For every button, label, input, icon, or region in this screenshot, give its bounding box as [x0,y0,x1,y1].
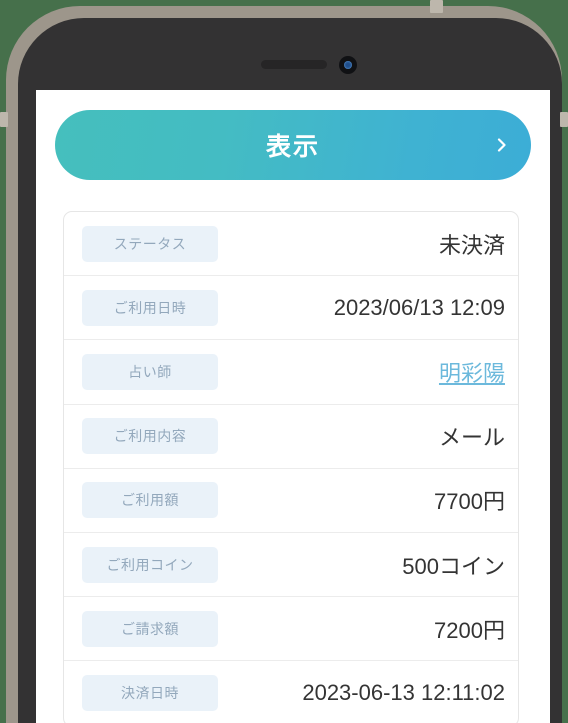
row-value: 2023/06/13 12:09 [333,294,505,320]
row-value: 未決済 [438,232,505,258]
hardware-button-top[interactable] [430,0,443,13]
detail-row: ご利用額 7700円 [64,469,518,533]
row-label-chip: ご利用日時 [82,289,218,326]
row-value: 7700円 [434,489,505,515]
row-value: 2023-06-13 12:11:02 [302,680,505,706]
detail-row: ご利用コイン 500コイン [64,533,518,598]
row-label-chip: 占い師 [82,353,218,390]
row-label-chip: ご請求額 [82,610,218,647]
detail-card: ステータス 未決済 ご利用日時 2023/06/13 12:09 占い師 明彩陽 ご利用内容… [63,211,519,723]
row-label-chip: 決済日時 [82,675,218,712]
row-value: 7200円 [434,617,505,643]
row-label-chip: ご利用額 [82,482,218,519]
front-camera-icon [339,56,357,74]
display-button-label: 表示 [265,133,320,161]
volume-button-left[interactable] [0,112,8,127]
row-value: メール [438,425,505,451]
phone-body: 表示 ステータス 未決済 ご利用日時 2023/06/13 12:09 占い師 明彩陽 ご利… [18,18,562,723]
phone-screen: 表示 ステータス 未決済 ご利用日時 2023/06/13 12:09 占い師 明彩陽 ご利… [36,90,550,723]
row-value: 500コイン [402,553,505,579]
detail-row: 占い師 明彩陽 [64,340,518,405]
speaker-grille-icon [261,60,327,69]
row-value-link[interactable]: 明彩陽 [218,356,518,388]
row-label-chip: ご利用内容 [82,418,218,455]
phone-frame: 表示 ステータス 未決済 ご利用日時 2023/06/13 12:09 占い師 明彩陽 ご利… [6,6,562,723]
detail-row: 決済日時 2023-06-13 12:11:02 [64,661,518,723]
detail-row: ご請求額 7200円 [64,597,518,662]
display-button[interactable]: 表示 [55,110,531,180]
detail-row: ご利用日時 2023/06/13 12:09 [64,276,518,341]
detail-row: ご利用内容 メール [64,405,518,469]
row-label-chip: ご利用コイン [82,546,218,583]
power-button-right[interactable] [560,112,568,127]
detail-row: ステータス 未決済 [64,212,518,277]
row-label-chip: ステータス [82,225,218,262]
chevron-right-icon [497,138,506,152]
